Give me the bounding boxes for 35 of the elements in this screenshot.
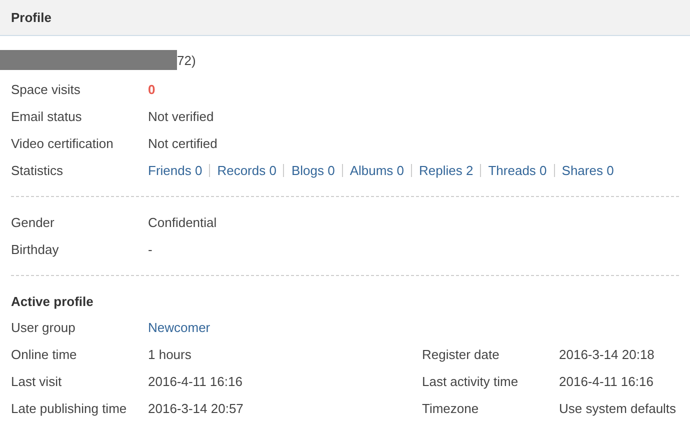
section-title: Profile xyxy=(11,10,52,25)
field-value: Confidential xyxy=(148,215,217,230)
statistics-link[interactable]: Shares 0 xyxy=(562,163,614,178)
field-value: 2016-3-14 20:18 xyxy=(559,347,656,362)
statistics-link[interactable]: Friends 0 xyxy=(148,163,202,178)
field-label: Last visit xyxy=(11,374,63,389)
field-value: - xyxy=(148,242,152,257)
section-heading: Active profile xyxy=(10,292,94,311)
field-label: Last activity time xyxy=(422,374,520,389)
username-text: 72) xyxy=(177,52,196,68)
field-value: 0 xyxy=(148,82,156,97)
field-label: Gender xyxy=(11,215,56,230)
user-group-link[interactable]: Newcomer xyxy=(148,320,422,335)
statistics-link[interactable]: Replies 2 xyxy=(419,163,474,178)
field-value: 2016-4-11 16:16 xyxy=(559,374,654,389)
field-value: Not verified xyxy=(148,109,214,124)
field-label: Register date xyxy=(422,347,500,362)
field-label: Email status xyxy=(11,109,83,124)
field-label: Video certification xyxy=(11,136,114,151)
statistics-link[interactable]: Albums 0 xyxy=(350,163,404,178)
field-label: User group xyxy=(11,320,76,335)
field-label: Late publishing time xyxy=(11,401,128,416)
statistics-link[interactable]: Blogs 0 xyxy=(291,163,335,178)
statistics-link[interactable]: Records 0 xyxy=(217,163,276,178)
field-value: 2016-3-14 20:57 xyxy=(148,401,244,416)
field-value: 1 hours xyxy=(148,347,192,362)
field-label: Birthday xyxy=(11,242,60,257)
field-label: Online time xyxy=(11,347,78,362)
field-label: Timezone xyxy=(422,401,480,416)
field-label: Space visits xyxy=(11,82,82,97)
field-value: 2016-4-11 16:16 xyxy=(148,374,244,389)
field-value: Use system defaults xyxy=(559,401,678,416)
field-label: Statistics xyxy=(11,163,64,178)
field-value: Not certified xyxy=(148,136,218,151)
statistics-link[interactable]: Threads 0 xyxy=(488,163,547,178)
